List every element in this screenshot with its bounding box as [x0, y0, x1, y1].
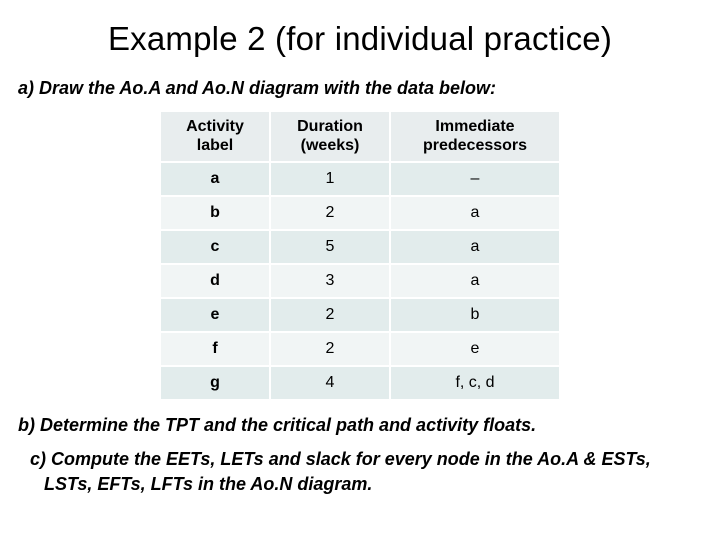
cell-activity: g	[160, 366, 270, 400]
header-predecessors: Immediate predecessors	[390, 111, 560, 162]
cell-activity: d	[160, 264, 270, 298]
cell-predecessors: –	[390, 162, 560, 196]
table-row: b 2 a	[160, 196, 560, 230]
table-row: g 4 f, c, d	[160, 366, 560, 400]
activity-table: Activity label Duration (weeks) Immediat…	[159, 110, 561, 401]
cell-activity: e	[160, 298, 270, 332]
cell-predecessors: a	[390, 196, 560, 230]
table-row: e 2 b	[160, 298, 560, 332]
cell-duration: 1	[270, 162, 390, 196]
question-b: b) Determine the TPT and the critical pa…	[18, 413, 702, 437]
header-duration: Duration (weeks)	[270, 111, 390, 162]
table-row: c 5 a	[160, 230, 560, 264]
cell-duration: 5	[270, 230, 390, 264]
table-row: d 3 a	[160, 264, 560, 298]
table-header-row: Activity label Duration (weeks) Immediat…	[160, 111, 560, 162]
cell-activity: a	[160, 162, 270, 196]
cell-predecessors: b	[390, 298, 560, 332]
cell-duration: 4	[270, 366, 390, 400]
table-row: a 1 –	[160, 162, 560, 196]
cell-activity: c	[160, 230, 270, 264]
cell-duration: 2	[270, 196, 390, 230]
header-activity: Activity label	[160, 111, 270, 162]
table-row: f 2 e	[160, 332, 560, 366]
cell-duration: 3	[270, 264, 390, 298]
question-c: c) Compute the EETs, LETs and slack for …	[18, 447, 702, 496]
cell-activity: f	[160, 332, 270, 366]
question-a: a) Draw the Ao.A and Ao.N diagram with t…	[18, 76, 702, 100]
cell-predecessors: e	[390, 332, 560, 366]
cell-activity: b	[160, 196, 270, 230]
page-title: Example 2 (for individual practice)	[18, 20, 702, 58]
cell-duration: 2	[270, 332, 390, 366]
cell-predecessors: a	[390, 264, 560, 298]
cell-predecessors: a	[390, 230, 560, 264]
cell-predecessors: f, c, d	[390, 366, 560, 400]
cell-duration: 2	[270, 298, 390, 332]
